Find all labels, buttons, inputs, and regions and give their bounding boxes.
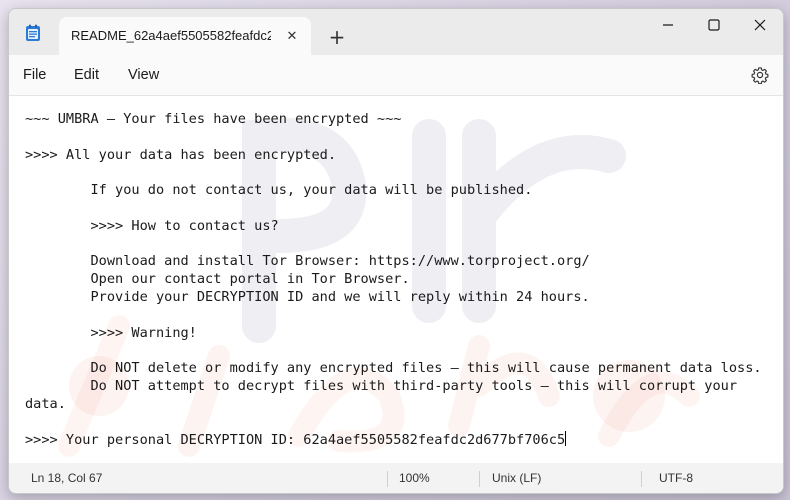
status-position: Ln 18, Col 67 bbox=[31, 471, 103, 485]
text-line: >>>> Warning! bbox=[25, 324, 197, 341]
text-line: If you do not contact us, your data will… bbox=[25, 182, 533, 199]
text-line: >>>> All your data has been encrypted. bbox=[25, 146, 336, 163]
status-divider bbox=[641, 471, 642, 487]
menu-edit[interactable]: Edit bbox=[74, 55, 99, 95]
status-divider bbox=[479, 471, 480, 487]
gear-icon[interactable] bbox=[751, 66, 769, 84]
maximize-button[interactable] bbox=[691, 9, 737, 41]
tab-readme[interactable]: README_62a4aef5505582feafdc2c ✕ bbox=[59, 17, 311, 55]
status-zoom[interactable]: 100% bbox=[399, 463, 430, 493]
minimize-button[interactable] bbox=[645, 9, 691, 41]
menu-view[interactable]: View bbox=[128, 55, 159, 95]
minimize-icon bbox=[663, 24, 673, 26]
text-line: ~~~ UMBRA — Your files have been encrypt… bbox=[25, 111, 402, 127]
text-line: >>>> How to contact us? bbox=[25, 217, 279, 234]
document-text: ~~~ UMBRA — Your files have been encrypt… bbox=[25, 111, 762, 450]
notepad-icon bbox=[26, 24, 40, 41]
tab-title: README_62a4aef5505582feafdc2c bbox=[71, 28, 271, 43]
close-icon bbox=[754, 19, 766, 31]
menu-bar: File Edit View bbox=[9, 55, 783, 95]
tab-close-button[interactable]: ✕ bbox=[281, 25, 303, 47]
text-line: >>>> Your personal DECRYPTION ID: 62a4ae… bbox=[25, 432, 566, 449]
notepad-window: README_62a4aef5505582feafdc2c ✕ + File E… bbox=[8, 8, 784, 494]
status-divider bbox=[387, 471, 388, 487]
status-encoding: UTF-8 bbox=[659, 471, 693, 485]
close-tab-icon: ✕ bbox=[286, 28, 298, 44]
maximize-icon bbox=[708, 19, 720, 31]
menu-file[interactable]: File bbox=[23, 55, 46, 95]
new-tab-button[interactable]: + bbox=[323, 25, 351, 49]
text-line: Open our contact portal in Tor Browser. bbox=[25, 271, 410, 288]
text-line: data. bbox=[25, 395, 66, 412]
title-bar: README_62a4aef5505582feafdc2c ✕ + bbox=[9, 9, 783, 55]
text-line: Do NOT delete or modify any encrypted fi… bbox=[25, 360, 762, 377]
close-window-button[interactable] bbox=[737, 9, 783, 41]
text-editor[interactable]: ~~~ UMBRA — Your files have been encrypt… bbox=[9, 95, 783, 465]
text-line: Provide your DECRYPTION ID and we will r… bbox=[25, 288, 590, 305]
text-caret bbox=[565, 431, 567, 447]
status-line-ending: Unix (LF) bbox=[492, 471, 542, 485]
text-line: Do NOT attempt to decrypt files with thi… bbox=[25, 377, 738, 394]
desktop-background: README_62a4aef5505582feafdc2c ✕ + File E… bbox=[0, 0, 790, 500]
status-bar: Ln 18, Col 67 100% Unix (LF) UTF-8 bbox=[9, 463, 783, 493]
text-line: Download and install Tor Browser: https:… bbox=[25, 253, 590, 270]
